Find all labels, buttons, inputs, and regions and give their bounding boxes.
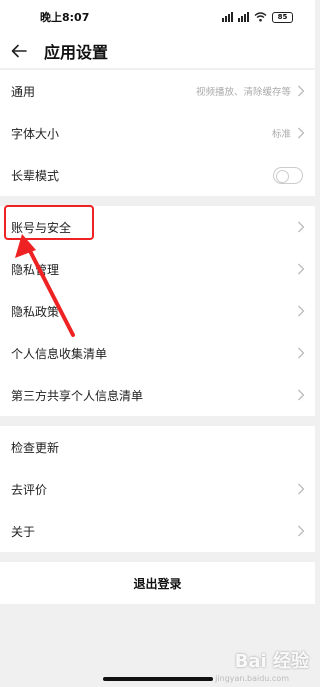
settings-item[interactable]: 关于 <box>0 510 315 552</box>
wifi-icon <box>254 12 267 22</box>
watermark-sub-text: jingyan.baidu.com <box>215 674 289 683</box>
settings-item-label: 长辈模式 <box>11 168 60 183</box>
settings-item-label: 隐私政策 <box>11 304 60 319</box>
chevron-right-icon <box>298 305 305 317</box>
elder-mode-toggle[interactable] <box>273 166 303 184</box>
chevron-right-icon <box>298 525 305 537</box>
page-title: 应用设置 <box>44 43 109 62</box>
settings-item-value: 视频播放、清除缓存等 <box>195 87 291 98</box>
logout-label: 退出登录 <box>133 576 182 591</box>
chevron-right-icon <box>298 221 305 233</box>
settings-item-label: 关于 <box>11 524 36 539</box>
settings-item[interactable]: 隐私政策 <box>0 290 315 332</box>
chevron-right-icon <box>298 483 305 495</box>
chevron-right-icon <box>298 263 305 275</box>
chevron-right-icon <box>298 85 305 97</box>
title-bar: 应用设置 <box>0 34 315 68</box>
settings-item[interactable]: 字体大小 标准 <box>0 112 315 154</box>
group-gap <box>0 196 315 206</box>
settings-item-label: 账号与安全 <box>11 220 72 235</box>
signal-2-icon <box>238 12 249 22</box>
settings-item-label: 检查更新 <box>11 440 60 455</box>
signal-icon <box>222 12 233 22</box>
settings-item[interactable]: 长辈模式 <box>0 154 315 196</box>
settings-item[interactable]: 账号与安全 <box>0 206 315 248</box>
chevron-right-icon <box>298 127 305 139</box>
settings-item-label: 隐私管理 <box>11 262 60 277</box>
settings-item-label: 个人信息收集清单 <box>11 346 108 361</box>
settings-group: 检查更新 去评价 关于 <box>0 426 315 552</box>
settings-group: 账号与安全隐私管理隐私政策个人信息收集清单第三方共享个人信息清单 <box>0 206 315 416</box>
settings-list: 通用 视频播放、清除缓存等字体大小 标准长辈模式账号与安全隐私管理隐私政策个人信息收… <box>0 70 315 552</box>
settings-item-value: 标准 <box>271 129 291 140</box>
settings-item-label: 去评价 <box>11 482 48 497</box>
logout-button[interactable]: 退出登录 <box>0 562 315 604</box>
chevron-right-icon <box>298 389 305 401</box>
settings-item[interactable]: 第三方共享个人信息清单 <box>0 374 315 416</box>
watermark-text: Bai 经验 <box>234 651 309 672</box>
settings-item-label: 字体大小 <box>11 126 60 141</box>
status-time: 晚上8:07 <box>40 11 90 24</box>
settings-item-label: 通用 <box>11 84 36 99</box>
home-indicator[interactable] <box>102 677 213 681</box>
settings-item[interactable]: 个人信息收集清单 <box>0 332 315 374</box>
settings-group: 通用 视频播放、清除缓存等字体大小 标准长辈模式 <box>0 70 315 196</box>
battery-icon: 85 <box>272 11 293 23</box>
back-button[interactable] <box>8 40 30 62</box>
group-gap <box>0 416 315 426</box>
baidu-watermark: Bai 经验 <box>235 647 309 673</box>
settings-item[interactable]: 通用 视频播放、清除缓存等 <box>0 70 315 112</box>
settings-item[interactable]: 隐私管理 <box>0 248 315 290</box>
settings-item[interactable]: 检查更新 <box>0 426 315 468</box>
settings-item[interactable]: 去评价 <box>0 468 315 510</box>
status-bar: 晚上8:07 85 <box>0 0 315 34</box>
arrow-left-icon <box>11 44 27 58</box>
settings-item-label: 第三方共享个人信息清单 <box>11 388 144 403</box>
chevron-right-icon <box>298 347 305 359</box>
